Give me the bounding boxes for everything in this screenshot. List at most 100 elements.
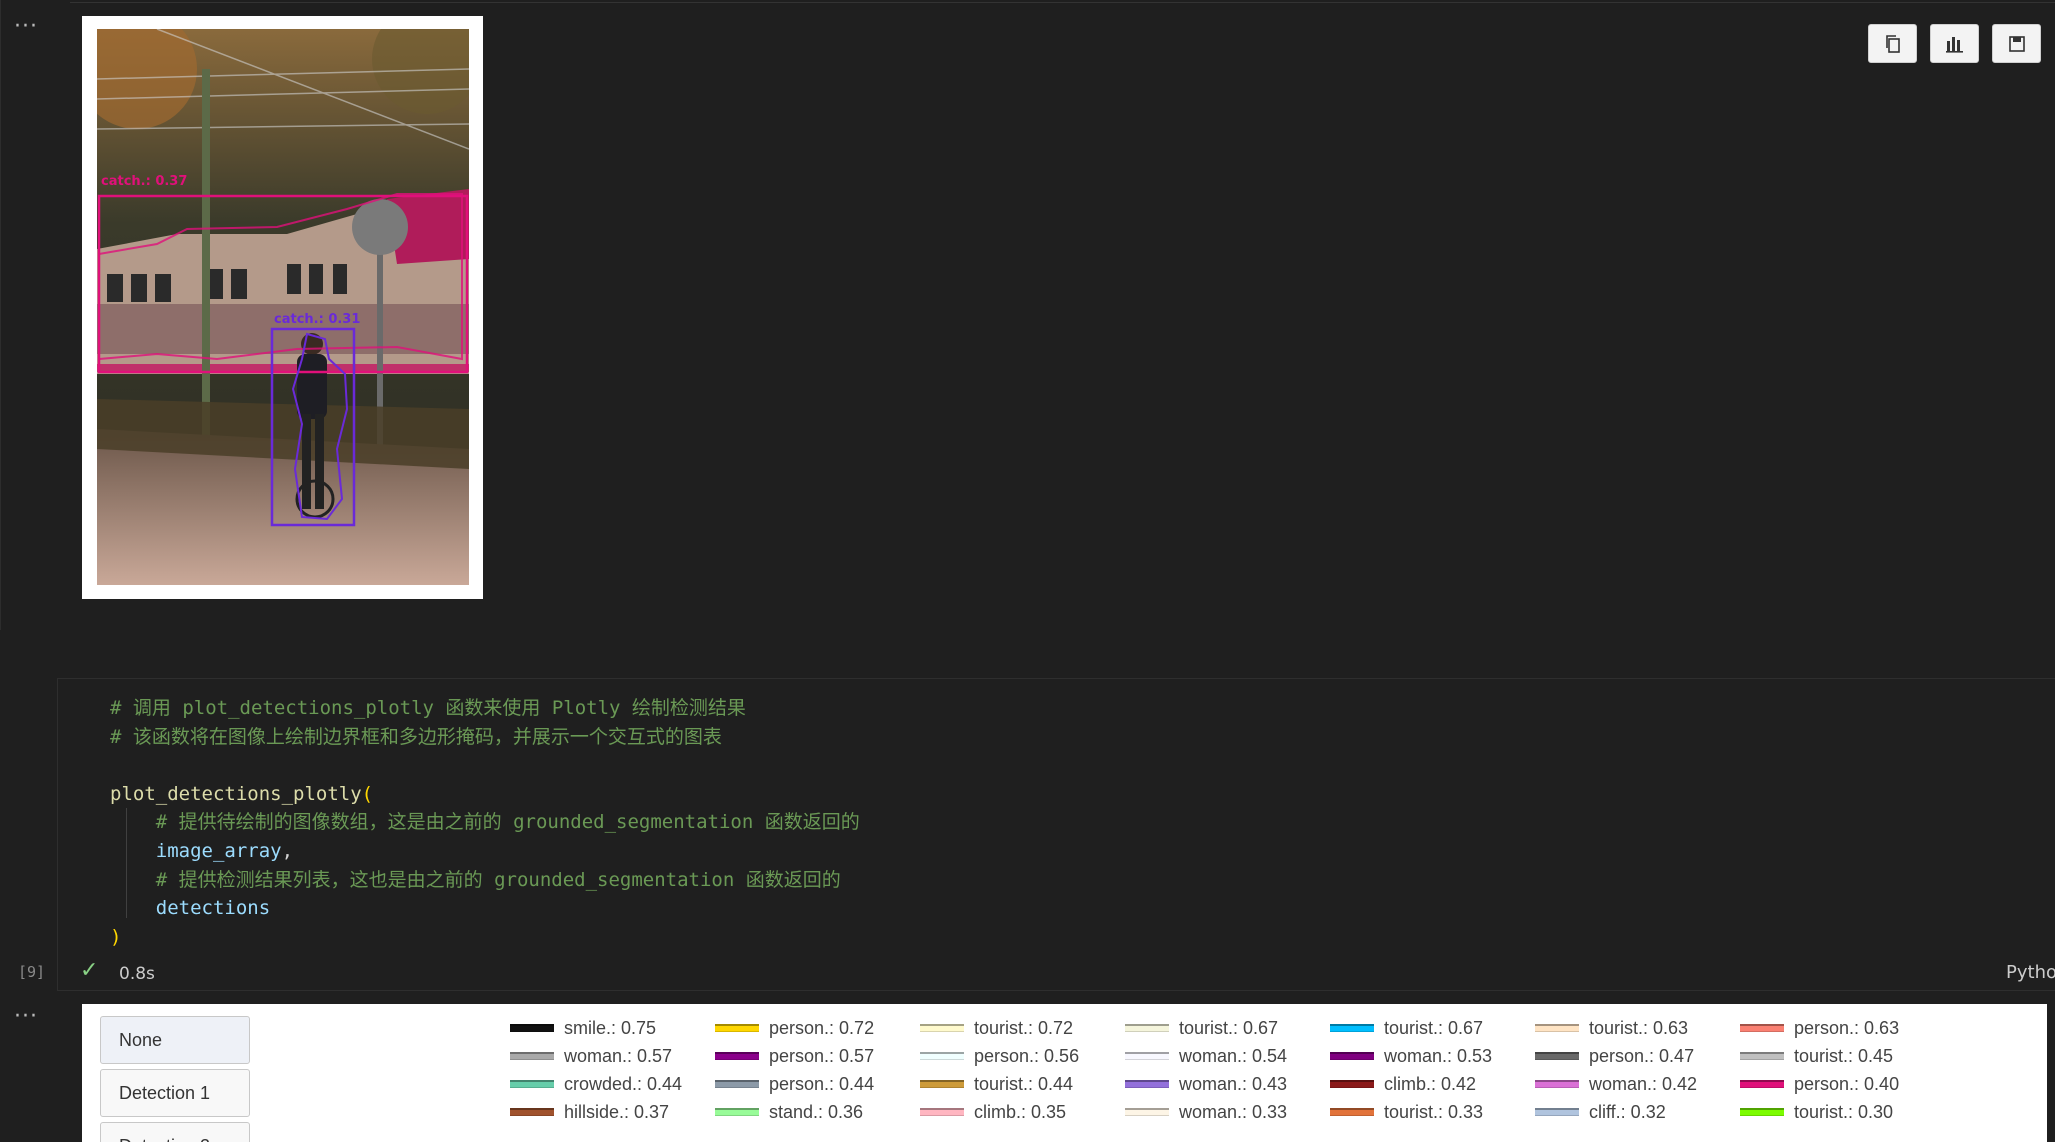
code-line: image_array, <box>110 837 860 866</box>
code-token: , <box>281 839 294 862</box>
legend-item[interactable]: tourist.: 0.33 <box>1330 1098 1535 1126</box>
legend-label: person.: 0.57 <box>769 1045 875 1066</box>
code-line: # 调用 plot_detections_plotly 函数来使用 Plotly… <box>110 694 860 723</box>
legend-item[interactable]: person.: 0.57 <box>715 1042 920 1070</box>
legend-label: crowded.: 0.44 <box>564 1073 683 1094</box>
save-output-button[interactable] <box>1992 24 2041 63</box>
legend-swatch <box>510 1108 554 1116</box>
legend-swatch <box>510 1080 554 1088</box>
legend-swatch <box>1740 1052 1784 1060</box>
output-more-actions-icon[interactable]: ··· <box>14 1006 38 1028</box>
legend-item[interactable]: person.: 0.56 <box>920 1042 1125 1070</box>
cell-left-divider <box>0 0 1 630</box>
legend-label: person.: 0.56 <box>974 1045 1080 1066</box>
save-icon <box>2008 35 2025 52</box>
legend-item[interactable]: woman.: 0.53 <box>1330 1042 1535 1070</box>
legend-item[interactable]: woman.: 0.43 <box>1125 1070 1330 1098</box>
legend-label: person.: 0.40 <box>1794 1073 1900 1094</box>
photo-drawing: catch.: 0.37 catch.: 0.31 <box>97 29 469 585</box>
legend-item[interactable]: person.: 0.47 <box>1535 1042 1740 1070</box>
legend-item[interactable]: person.: 0.72 <box>715 1014 920 1042</box>
legend-item[interactable]: crowded.: 0.44 <box>510 1070 715 1098</box>
legend-swatch <box>1330 1024 1374 1032</box>
legend-swatch <box>715 1108 759 1116</box>
code-token: plot_detections_plotly <box>110 782 362 805</box>
cell-status-divider <box>57 990 2055 991</box>
legend-swatch <box>1535 1108 1579 1116</box>
output-more-actions-icon[interactable]: ··· <box>14 16 38 38</box>
detection-toggle-button[interactable]: None <box>100 1016 250 1064</box>
legend-item[interactable]: person.: 0.40 <box>1740 1070 1945 1098</box>
legend-item[interactable]: woman.: 0.42 <box>1535 1070 1740 1098</box>
legend-label: tourist.: 0.67 <box>1179 1017 1279 1038</box>
legend-item[interactable]: tourist.: 0.67 <box>1125 1014 1330 1042</box>
legend-swatch <box>1740 1024 1784 1032</box>
legend-label: woman.: 0.42 <box>1589 1073 1698 1094</box>
legend-item[interactable]: stand.: 0.36 <box>715 1098 920 1126</box>
legend-label: tourist.: 0.44 <box>974 1073 1074 1094</box>
detection-toggle-button[interactable]: Detection 1 <box>100 1069 250 1117</box>
code-token: # 该函数将在图像上绘制边界框和多边形掩码，并展示一个交互式的图表 <box>110 725 722 748</box>
detection-label-1: catch.: 0.37 <box>101 174 187 189</box>
code-line: detections <box>110 894 860 923</box>
code-token: # 调用 plot_detections_plotly 函数来使用 Plotly… <box>110 697 746 719</box>
code-token: ( <box>361 782 374 805</box>
legend-item[interactable]: tourist.: 0.45 <box>1740 1042 1945 1070</box>
legend-label: tourist.: 0.72 <box>974 1017 1074 1038</box>
legend-item[interactable]: smile.: 0.75 <box>510 1014 715 1042</box>
legend-item[interactable]: person.: 0.63 <box>1740 1014 1945 1042</box>
code-token: # 提供待绘制的图像数组，这是由之前的 grounded_segmentatio… <box>155 811 860 834</box>
legend-label: smile.: 0.75 <box>564 1017 657 1038</box>
legend-label: woman.: 0.54 <box>1179 1045 1288 1066</box>
legend-item[interactable]: woman.: 0.54 <box>1125 1042 1330 1070</box>
legend-swatch <box>510 1052 554 1060</box>
annotated-photo: catch.: 0.37 catch.: 0.31 <box>97 29 469 585</box>
detection-toggle-button[interactable]: Detection 2 <box>100 1122 250 1142</box>
code-line: # 该函数将在图像上绘制边界框和多边形掩码，并展示一个交互式的图表 <box>110 723 860 752</box>
legend-item[interactable]: tourist.: 0.72 <box>920 1014 1125 1042</box>
legend-item[interactable]: cliff.: 0.32 <box>1535 1098 1740 1126</box>
open-plot-viewer-button[interactable] <box>1930 24 1979 63</box>
legend-swatch <box>1535 1052 1579 1060</box>
legend-item[interactable]: tourist.: 0.30 <box>1740 1098 1945 1126</box>
legend-swatch <box>920 1024 964 1032</box>
code-token: image_array <box>155 839 282 862</box>
legend-swatch <box>1330 1080 1374 1088</box>
legend-item[interactable]: woman.: 0.33 <box>1125 1098 1330 1126</box>
code-editor[interactable]: # 调用 plot_detections_plotly 函数来使用 Plotly… <box>110 694 860 951</box>
output-toolbar <box>1868 24 2041 63</box>
legend-swatch <box>1535 1024 1579 1032</box>
legend-item[interactable]: woman.: 0.57 <box>510 1042 715 1070</box>
kernel-language-label[interactable]: Pytho <box>2006 962 2055 983</box>
legend-label: woman.: 0.53 <box>1384 1045 1493 1066</box>
legend-item[interactable]: climb.: 0.35 <box>920 1098 1125 1126</box>
legend-item[interactable]: tourist.: 0.63 <box>1535 1014 1740 1042</box>
legend-label: cliff.: 0.32 <box>1589 1101 1666 1122</box>
legend-label: tourist.: 0.45 <box>1794 1045 1894 1066</box>
code-cell-left-border <box>57 678 58 990</box>
code-line: ) <box>110 923 860 952</box>
legend-item[interactable]: climb.: 0.42 <box>1330 1070 1535 1098</box>
legend-item[interactable]: person.: 0.44 <box>715 1070 920 1098</box>
legend-item[interactable]: hillside.: 0.37 <box>510 1098 715 1126</box>
plot-legend: smile.: 0.75 person.: 0.72 tourist.: 0.72 t… <box>510 1014 1945 1126</box>
code-line: # 提供待绘制的图像数组，这是由之前的 grounded_segmentatio… <box>110 808 860 837</box>
legend-swatch <box>1125 1024 1169 1032</box>
legend-label: woman.: 0.57 <box>564 1045 673 1066</box>
code-token: # 提供检测结果列表，这也是由之前的 grounded_segmentation… <box>155 868 841 891</box>
legend-item[interactable]: tourist.: 0.67 <box>1330 1014 1535 1042</box>
legend-label: climb.: 0.42 <box>1384 1073 1477 1094</box>
cell-top-divider <box>70 2 2055 3</box>
copy-output-button[interactable] <box>1868 24 1917 63</box>
detection-label-2: catch.: 0.31 <box>274 312 360 327</box>
legend-swatch <box>510 1024 554 1032</box>
code-token: ) <box>110 925 122 948</box>
legend-item[interactable]: tourist.: 0.44 <box>920 1070 1125 1098</box>
legend-label: climb.: 0.35 <box>974 1101 1067 1122</box>
plotly-output: None Detection 1 Detection 2 smile.: 0.75 p… <box>82 1004 2047 1142</box>
legend-swatch <box>1125 1080 1169 1088</box>
detection-image-output: catch.: 0.37 catch.: 0.31 <box>82 16 483 599</box>
legend-label: person.: 0.44 <box>769 1073 875 1094</box>
detection-selector-buttons: None Detection 1 Detection 2 <box>100 1016 252 1142</box>
